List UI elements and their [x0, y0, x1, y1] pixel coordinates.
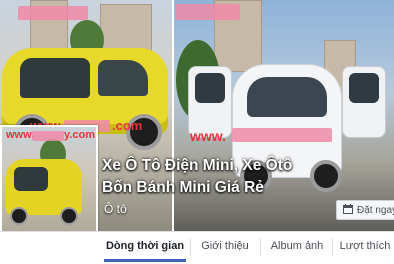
blurred-watermark: [32, 131, 64, 141]
watermark-suffix: y.com: [64, 129, 95, 141]
profile-image: www. y.com: [2, 127, 96, 247]
page-title-line1: Xe Ô Tô Điện Mini, Xe Ôtô: [102, 157, 293, 174]
car-window: [20, 58, 90, 98]
tab-separator: [190, 238, 191, 256]
tab-about[interactable]: Giới thiệu: [194, 232, 256, 262]
wheel: [10, 207, 28, 225]
tab-separator: [332, 238, 333, 256]
watermark-prefix: www.: [6, 129, 35, 141]
page-tabs: Dòng thời gian Giới thiệu Album ảnh Lượt…: [0, 231, 394, 264]
blurred-watermark: [18, 6, 88, 20]
page-category: Ô tô: [104, 202, 127, 216]
tab-photos[interactable]: Album ảnh: [264, 232, 330, 262]
car-door-right: [342, 66, 386, 138]
page-title-line2: Bốn Bánh Mini Giá Rẻ: [102, 179, 264, 196]
wheel: [60, 207, 78, 225]
page-title: Xe Ô Tô Điện Mini, Xe Ôtô Bốn Bánh Mini …: [102, 155, 342, 199]
watermark-suffix: .com: [112, 118, 143, 133]
car-windshield: [247, 77, 327, 117]
tab-timeline[interactable]: Dòng thời gian: [104, 232, 186, 262]
car-window: [98, 60, 148, 96]
calendar-icon: [343, 203, 353, 217]
tab-likes[interactable]: Lượt thích: [336, 232, 394, 262]
blurred-watermark: [232, 128, 332, 142]
blurred-watermark: [176, 4, 240, 20]
book-now-button[interactable]: Đặt ngay: [336, 200, 394, 220]
car-window: [14, 167, 48, 191]
book-now-label: Đặt ngay: [357, 204, 394, 216]
tab-separator: [260, 238, 261, 256]
watermark-prefix: www.: [190, 128, 227, 144]
